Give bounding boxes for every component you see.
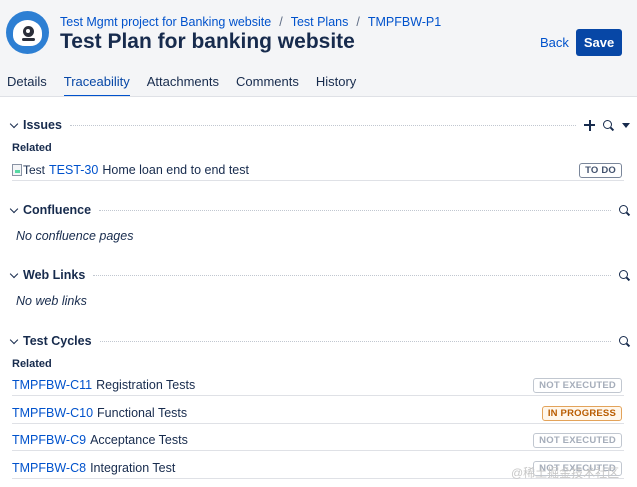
test-cycle-row[interactable]: TMPFBW-C10 Functional Tests IN PROGRESS — [12, 403, 624, 424]
breadcrumb-key-link[interactable]: TMPFBW-P1 — [368, 15, 441, 29]
section-title-test-cycles: Test Cycles — [23, 334, 92, 348]
status-badge: IN PROGRESS — [541, 405, 622, 421]
save-button[interactable]: Save — [576, 29, 622, 56]
search-icon[interactable] — [619, 269, 630, 281]
breadcrumb-separator: / — [279, 15, 283, 29]
issues-section-header[interactable]: Issues — [9, 117, 630, 133]
confluence-actions — [619, 204, 630, 216]
status-badge: NOT EXECUTED — [533, 377, 622, 393]
breadcrumb-project-link[interactable]: Test Mgmt project for Banking website — [60, 15, 271, 29]
confluence-section-header[interactable]: Confluence — [9, 202, 630, 218]
issue-row[interactable]: Test TEST-30 Home loan end to end test T… — [12, 160, 624, 181]
chevron-down-icon[interactable] — [9, 269, 19, 278]
dotted-divider — [99, 209, 611, 211]
issue-type-alt-text: Test — [23, 163, 46, 177]
search-icon[interactable] — [619, 335, 630, 347]
tab-bar: Details Traceability Attachments Comment… — [0, 70, 373, 97]
dotted-divider — [69, 124, 576, 126]
tab-comments[interactable]: Comments — [236, 70, 299, 97]
issue-summary: Home loan end to end test — [102, 163, 249, 177]
breadcrumb: Test Mgmt project for Banking website / … — [60, 14, 441, 30]
test-cycle-row[interactable]: TMPFBW-C11 Registration Tests NOT EXECUT… — [12, 375, 624, 396]
broken-image-icon — [12, 164, 22, 176]
dotted-divider — [93, 274, 611, 276]
caret-down-icon[interactable] — [622, 122, 630, 128]
test-cycle-key-link[interactable]: TMPFBW-C10 — [12, 406, 93, 420]
page-header: Test Mgmt project for Banking website / … — [0, 0, 637, 97]
section-title-web-links: Web Links — [23, 268, 86, 282]
breadcrumb-test-plans-link[interactable]: Test Plans — [291, 15, 349, 29]
test-cycle-key-link[interactable]: TMPFBW-C8 — [12, 461, 86, 475]
tab-traceability[interactable]: Traceability — [63, 70, 130, 97]
chevron-down-icon[interactable] — [9, 119, 19, 128]
monster-mouth — [22, 38, 35, 41]
issues-related-label: Related — [12, 142, 52, 154]
monster-eye — [23, 26, 34, 37]
web-links-section-header[interactable]: Web Links — [9, 267, 630, 283]
test-cycle-key-link[interactable]: TMPFBW-C9 — [12, 433, 86, 447]
tab-history[interactable]: History — [316, 70, 356, 97]
test-cycle-row[interactable]: TMPFBW-C9 Acceptance Tests NOT EXECUTED — [12, 430, 624, 451]
back-link[interactable]: Back — [540, 35, 569, 50]
eye-highlight — [26, 29, 30, 33]
add-icon[interactable] — [584, 119, 595, 131]
tab-attachments[interactable]: Attachments — [147, 70, 219, 97]
breadcrumb-separator: / — [356, 15, 360, 29]
test-cycle-name: Acceptance Tests — [90, 433, 188, 447]
test-cycle-name: Integration Test — [90, 461, 176, 475]
test-cycle-name: Registration Tests — [96, 378, 196, 392]
test-cycles-actions — [619, 335, 630, 347]
section-title-issues: Issues — [23, 118, 62, 132]
section-title-confluence: Confluence — [23, 203, 92, 217]
watermark: @稀土掘金技术社区 — [511, 466, 620, 480]
issues-actions — [584, 119, 630, 131]
header-divider — [0, 96, 637, 97]
search-icon[interactable] — [619, 204, 630, 216]
issue-key-link[interactable]: TEST-30 — [49, 163, 98, 177]
status-badge: TO DO — [579, 162, 622, 178]
tab-details[interactable]: Details — [7, 70, 47, 97]
test-cycles-related-label: Related — [12, 358, 52, 370]
test-cycle-key-link[interactable]: TMPFBW-C11 — [12, 378, 92, 392]
test-cycles-section-header[interactable]: Test Cycles — [9, 333, 630, 349]
test-cycle-name: Functional Tests — [97, 406, 188, 420]
status-badge: NOT EXECUTED — [533, 432, 622, 448]
confluence-empty-text: No confluence pages — [16, 229, 134, 243]
monster-logo-body — [13, 20, 42, 46]
page-title: Test Plan for banking website — [60, 30, 355, 53]
chevron-down-icon[interactable] — [9, 335, 19, 344]
chevron-down-icon[interactable] — [9, 204, 19, 213]
search-icon[interactable] — [603, 119, 614, 131]
project-avatar-icon[interactable] — [6, 11, 49, 54]
web-links-empty-text: No web links — [16, 294, 87, 308]
web-links-actions — [619, 269, 630, 281]
dotted-divider — [99, 340, 611, 342]
issue-type-image: Test — [12, 163, 45, 177]
